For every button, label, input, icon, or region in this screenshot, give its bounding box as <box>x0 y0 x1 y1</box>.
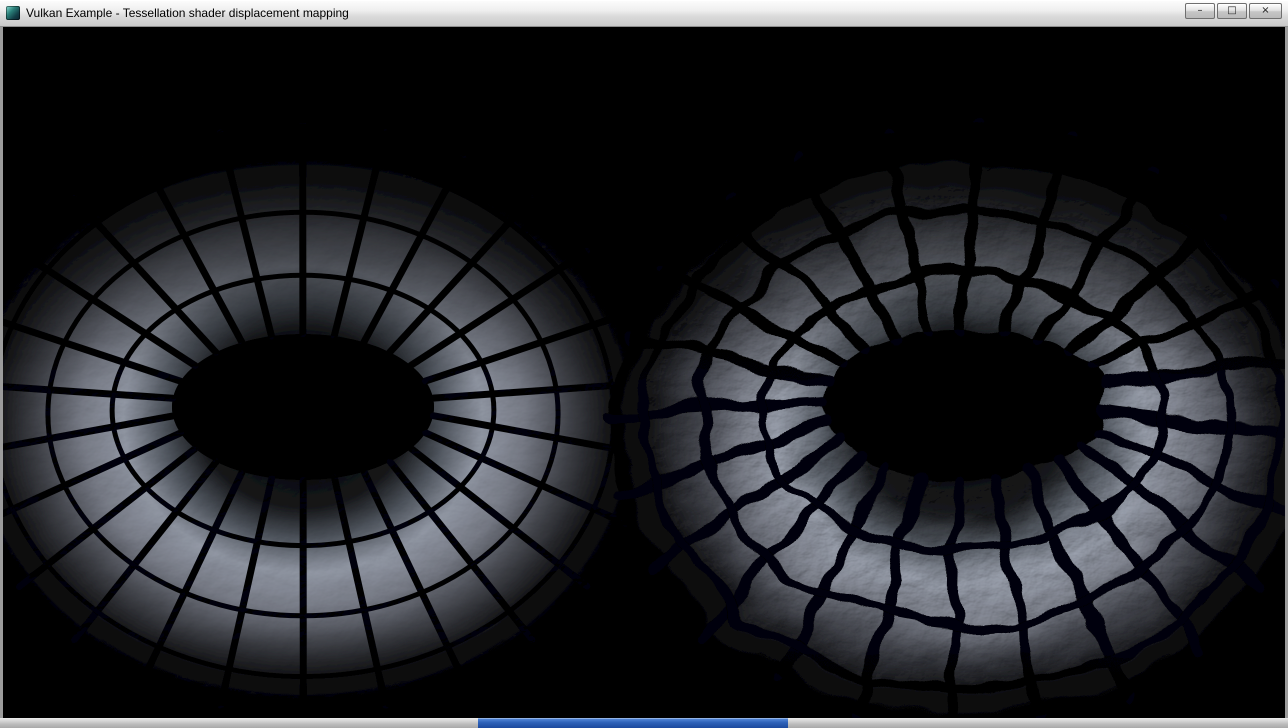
close-button[interactable]: × <box>1249 3 1282 19</box>
taskbar-segment[interactable] <box>478 718 788 728</box>
window-controls: – □ × <box>1185 3 1282 19</box>
app-window: Vulkan Example - Tessellation shader dis… <box>0 0 1288 728</box>
vulkan-render-canvas[interactable] <box>3 27 1285 718</box>
window-bottom-border <box>0 718 1288 728</box>
maximize-button[interactable]: □ <box>1217 3 1247 19</box>
close-icon: × <box>1261 6 1269 16</box>
render-viewport[interactable] <box>0 27 1288 718</box>
window-title: Vulkan Example - Tessellation shader dis… <box>26 6 349 20</box>
maximize-icon: □ <box>1227 6 1236 16</box>
minimize-icon: – <box>1198 6 1203 16</box>
minimize-button[interactable]: – <box>1185 3 1215 19</box>
titlebar[interactable]: Vulkan Example - Tessellation shader dis… <box>0 0 1288 27</box>
vulkan-example-icon <box>6 6 20 20</box>
